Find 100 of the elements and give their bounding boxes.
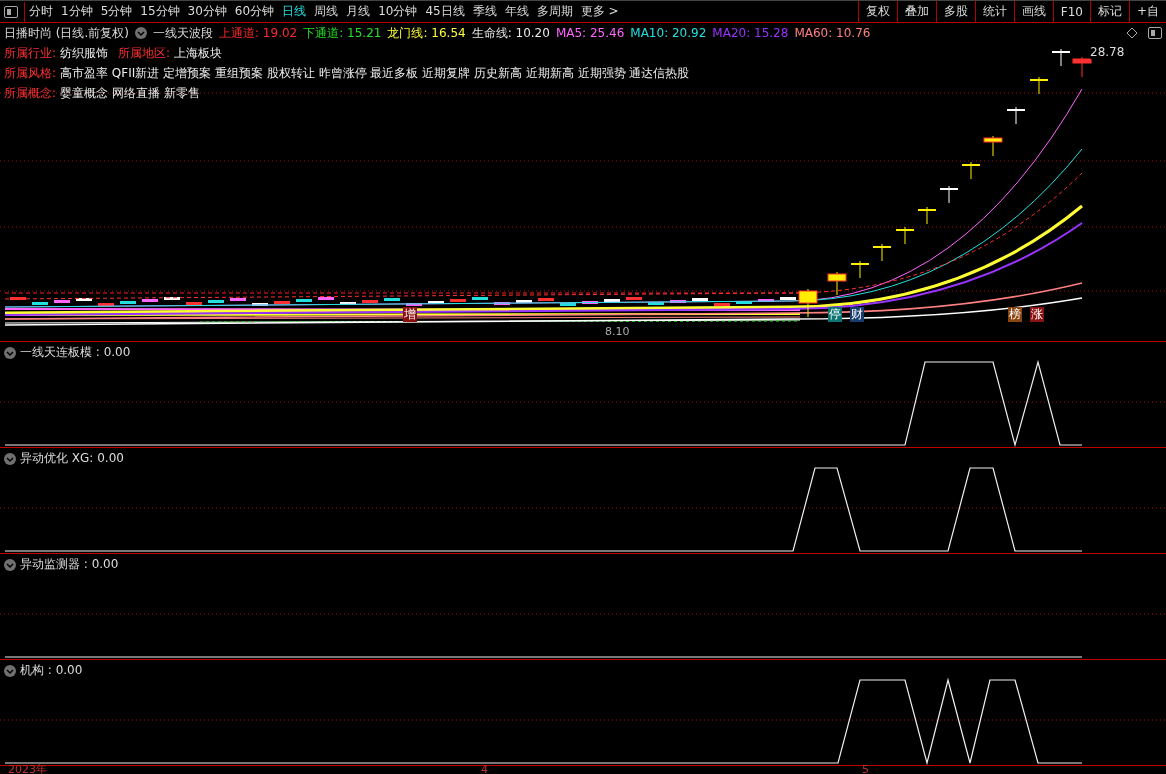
candlestick bbox=[208, 300, 224, 303]
indicator-name: 一线天波段 bbox=[153, 24, 213, 42]
indicator-value: MA10: 20.92 bbox=[630, 26, 707, 40]
candlestick bbox=[940, 185, 958, 204]
panel-title: 异动优化 XG: 0.00 bbox=[20, 450, 124, 467]
candlestick bbox=[384, 298, 400, 301]
toolbar-button[interactable]: F10 bbox=[1052, 1, 1090, 22]
period-tab[interactable]: 更多 > bbox=[576, 1, 623, 22]
period-tab[interactable]: 季线 bbox=[468, 1, 501, 22]
candlestick bbox=[406, 303, 422, 306]
candlestick bbox=[758, 299, 774, 302]
candlestick bbox=[560, 303, 576, 306]
period-tab[interactable]: 5分钟 bbox=[96, 1, 137, 22]
candlestick bbox=[252, 303, 268, 306]
candlestick bbox=[362, 300, 378, 303]
diamond-icon[interactable] bbox=[1126, 27, 1138, 39]
candlestick bbox=[318, 297, 334, 300]
collapse-icon[interactable] bbox=[4, 452, 16, 465]
candlestick bbox=[230, 298, 246, 301]
axis-label: 2023年 bbox=[8, 764, 47, 774]
price-label: 28.78 bbox=[1090, 45, 1125, 59]
candlestick bbox=[54, 300, 70, 303]
collapse-icon[interactable] bbox=[4, 346, 16, 359]
candlestick bbox=[918, 206, 936, 225]
info-label: 所属风格: bbox=[4, 64, 57, 82]
dropdown-icon[interactable] bbox=[135, 27, 147, 39]
candlestick bbox=[450, 299, 466, 302]
event-marker[interactable]: 涨 bbox=[1030, 307, 1044, 322]
candlestick bbox=[428, 301, 444, 304]
indicator-value: MA60: 10.76 bbox=[794, 26, 871, 40]
toolbar-button[interactable]: 标记 bbox=[1089, 1, 1129, 22]
indicator-value: 下通道: 15.21 bbox=[303, 24, 382, 42]
period-tab[interactable]: 日线 bbox=[278, 1, 311, 22]
event-marker[interactable]: 财 bbox=[850, 307, 864, 322]
candlestick bbox=[120, 301, 136, 304]
event-marker[interactable]: 榜 bbox=[1008, 307, 1022, 322]
candlestick bbox=[274, 301, 290, 304]
candlestick bbox=[1007, 106, 1025, 125]
info-value: 高市盈率 QFII新进 定增预案 重组预案 股权转让 昨曾涨停 最近多板 近期复牌 历史新高 近期新高 近期强势 通达信热股 bbox=[60, 64, 690, 82]
period-tab[interactable]: 分时 bbox=[24, 1, 57, 22]
event-marker[interactable]: 增 bbox=[403, 307, 417, 322]
info-label: 所属行业: bbox=[4, 44, 57, 62]
indicator-value: 生命线: 10.20 bbox=[471, 24, 550, 42]
candlestick bbox=[142, 299, 158, 302]
candlestick bbox=[827, 271, 847, 296]
toolbar-button[interactable]: 画线 bbox=[1013, 1, 1053, 22]
toolbar-button[interactable]: 复权 bbox=[857, 1, 897, 22]
collapse-icon[interactable] bbox=[4, 664, 16, 677]
toolbar-button[interactable]: 叠加 bbox=[896, 1, 936, 22]
candlestick bbox=[494, 302, 510, 305]
period-tab[interactable]: 月线 bbox=[342, 1, 375, 22]
candlestick bbox=[962, 161, 980, 180]
period-tab[interactable]: 多周期 bbox=[532, 1, 577, 22]
panel-toggle-icon[interactable] bbox=[4, 5, 18, 18]
period-tab[interactable]: 年线 bbox=[500, 1, 533, 22]
event-marker[interactable]: 停 bbox=[828, 307, 842, 322]
panel-title: 异动监测器 : 0.00 bbox=[20, 556, 119, 573]
candlestick bbox=[714, 303, 730, 306]
candlestick bbox=[582, 301, 598, 304]
info-label: 所属概念: bbox=[4, 84, 57, 102]
toolbar-button[interactable]: 统计 bbox=[974, 1, 1014, 22]
period-tab[interactable]: 10分钟 bbox=[374, 1, 422, 22]
candlestick bbox=[296, 299, 312, 302]
candlestick bbox=[76, 298, 92, 301]
period-tab[interactable]: 1分钟 bbox=[57, 1, 97, 22]
candlestick bbox=[98, 303, 114, 306]
indicator-value: MA20: 15.28 bbox=[712, 26, 789, 40]
collapse-icon[interactable] bbox=[4, 558, 16, 571]
candlestick bbox=[873, 243, 891, 262]
panel-title: 机构 : 0.00 bbox=[20, 662, 83, 679]
stock-title: 日播时尚 (日线.前复权) bbox=[4, 24, 129, 42]
toolbar-button[interactable]: 多股 bbox=[935, 1, 975, 22]
axis-label: 5 bbox=[862, 764, 869, 774]
candlestick bbox=[538, 298, 554, 301]
candlestick bbox=[516, 300, 532, 303]
candlestick bbox=[983, 135, 1003, 157]
info-value: 纺织服饰 bbox=[60, 44, 109, 62]
candlestick bbox=[604, 299, 620, 302]
candlestick bbox=[626, 297, 642, 300]
candlestick bbox=[736, 301, 752, 304]
period-tab[interactable]: 15分钟 bbox=[136, 1, 184, 22]
period-tab[interactable]: 30分钟 bbox=[183, 1, 231, 22]
candlestick bbox=[1052, 48, 1070, 67]
period-tab[interactable]: 60分钟 bbox=[230, 1, 279, 22]
candlestick bbox=[10, 297, 26, 300]
info-value: 婴童概念 网络直播 新零售 bbox=[60, 84, 200, 102]
panel-toggle-icon[interactable] bbox=[1148, 27, 1162, 39]
period-tab[interactable]: 周线 bbox=[310, 1, 343, 22]
period-tab[interactable]: 45日线 bbox=[421, 1, 469, 22]
info-value: 上海板块 bbox=[174, 44, 223, 62]
candlestick bbox=[798, 288, 818, 318]
indicator-value: 上通道: 19.02 bbox=[219, 24, 298, 42]
candlestick bbox=[896, 226, 914, 245]
candlestick bbox=[692, 298, 708, 301]
candlestick bbox=[670, 300, 686, 303]
axis-label: 4 bbox=[481, 764, 488, 774]
info-label: 所属地区: bbox=[118, 44, 171, 62]
candlestick bbox=[32, 302, 48, 305]
toolbar-button[interactable]: +自 bbox=[1128, 1, 1166, 22]
candlestick bbox=[186, 302, 202, 305]
